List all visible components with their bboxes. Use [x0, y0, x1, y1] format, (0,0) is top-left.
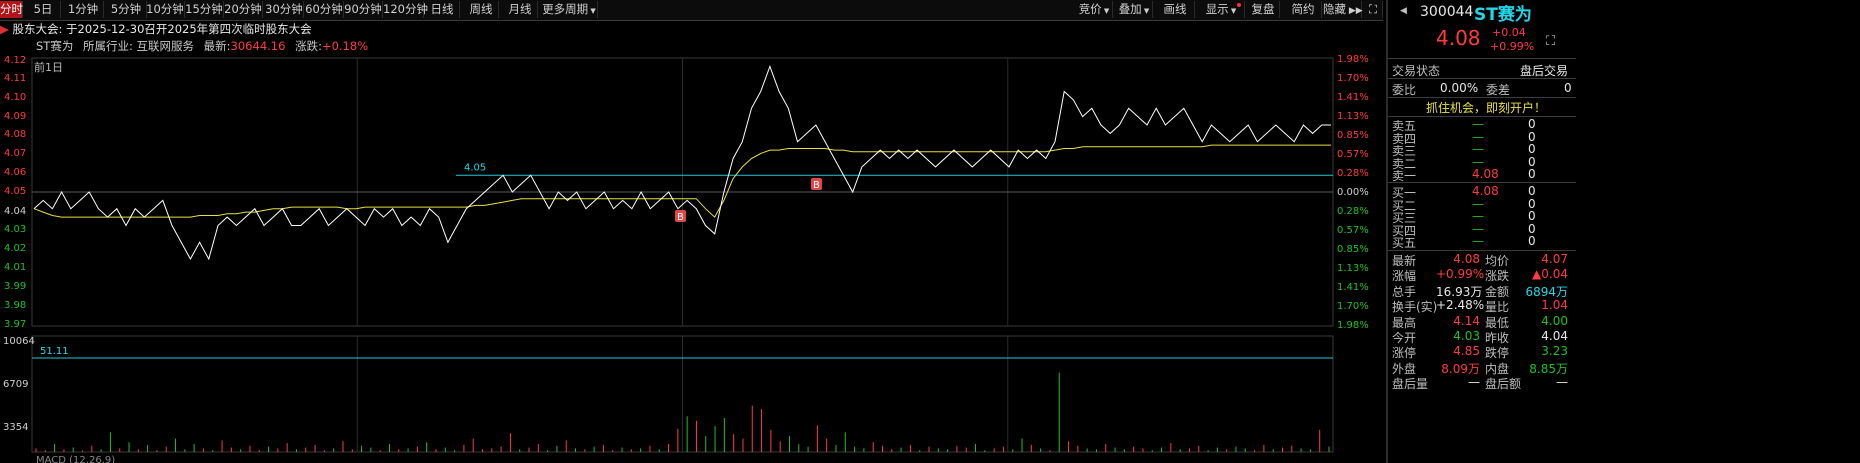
- stock-code: 300044: [1420, 4, 1474, 20]
- stat-value: ▲0.04: [1532, 267, 1568, 282]
- divider: [1388, 78, 1576, 79]
- prev-day-label: 前1日: [34, 60, 63, 74]
- pct-axis: 1.98% 1.70% 1.41% 1.13% 0.85% 0.57% 0.28% 0.00%…: [1337, 54, 1369, 331]
- status-label: 交易状态: [1392, 64, 1441, 78]
- price-tick-label: 4.10: [4, 92, 26, 103]
- pct-tick-label: 1.70%: [1337, 301, 1369, 312]
- divider: [1388, 58, 1576, 59]
- pct-tick-label: 1.70%: [1337, 73, 1369, 84]
- stat-value: —: [1556, 375, 1568, 390]
- expand-window-icon[interactable]: ⛶: [1546, 34, 1555, 49]
- price-tick-label: 4.04: [4, 206, 26, 217]
- pct-tick-label: 1.41%: [1337, 92, 1369, 103]
- stat-label: 盘后额: [1485, 377, 1522, 392]
- pct-tick-label: 0.28%: [1337, 206, 1369, 217]
- pct-tick-label: 1.41%: [1337, 282, 1369, 293]
- price-change-pct: +0.99%: [1490, 40, 1535, 53]
- pct-tick-label: 1.13%: [1337, 263, 1369, 274]
- pct-tick-label: 0.00%: [1337, 187, 1369, 198]
- ask-level-price: 4.08: [1472, 167, 1499, 181]
- price-axis: 4.12 4.11 4.10 4.09 4.08 4.07 4.06 4.05 4.04 4.03…: [4, 55, 26, 330]
- bid-level-price: —: [1472, 234, 1484, 248]
- pct-tick-label: 0.57%: [1337, 149, 1369, 160]
- price-tick-label: 4.06: [4, 167, 26, 178]
- pct-tick-label: 0.85%: [1337, 244, 1369, 255]
- stat-value: —: [1468, 375, 1480, 390]
- stock-name: ST赛为: [1474, 5, 1532, 25]
- quote-panel: ◀ 300044 ST赛为 4.08 +0.04 +0.99% ⛶ 交易状态 盘…: [1386, 0, 1860, 463]
- stat-value: 4.00: [1541, 313, 1568, 328]
- price-tick-label: 3.97: [4, 319, 26, 330]
- volume-axis: 10064 6709 3354: [3, 336, 35, 433]
- volume-tick-label: 10064: [3, 336, 35, 347]
- weicha-value: 0: [1564, 81, 1572, 95]
- price-tick-label: 4.07: [4, 148, 26, 159]
- stat-value: +2.48%: [1436, 298, 1485, 313]
- price-tick-label: 4.08: [4, 129, 26, 140]
- prev-stock-icon[interactable]: ◀: [1400, 6, 1407, 16]
- open-account-link[interactable]: 抓住机会，即刻开户！: [1426, 99, 1546, 116]
- status-value: 盘后交易: [1520, 64, 1569, 78]
- current-price: 4.08: [1436, 26, 1481, 50]
- price-tick-label: 4.09: [4, 111, 26, 122]
- stat-value: 4.85: [1453, 344, 1480, 359]
- price-change: +0.04: [1492, 26, 1526, 39]
- weicha-label: 委差: [1486, 83, 1511, 97]
- volume-tick-label: 6709: [3, 379, 28, 390]
- price-tick-label: 4.12: [4, 55, 26, 66]
- pct-tick-label: 0.28%: [1337, 168, 1369, 179]
- volume-tick-label: 3354: [3, 422, 28, 433]
- trade-markers: BB: [675, 178, 822, 223]
- volume-level-label: 51.11: [40, 346, 69, 357]
- price-level-label: 4.05: [464, 162, 486, 173]
- price-tick-label: 4.02: [4, 243, 26, 254]
- stat-value: 1.04: [1541, 298, 1568, 313]
- pct-tick-label: 1.98%: [1337, 54, 1369, 65]
- stat-value: +0.99%: [1436, 267, 1485, 282]
- stat-value: 4.14: [1453, 313, 1480, 328]
- stat-value: 3.23: [1541, 344, 1568, 359]
- buy-marker-label: B: [813, 180, 820, 191]
- pct-tick-label: 0.57%: [1337, 225, 1369, 236]
- buy-marker-label: B: [677, 212, 684, 223]
- intraday-chart[interactable]: 4.12 4.11 4.10 4.09 4.08 4.07 4.06 4.05 4.04 4.03…: [0, 0, 1384, 463]
- divider: [1388, 97, 1576, 98]
- price-tick-label: 4.11: [4, 73, 26, 84]
- stat-value: 4.07: [1541, 252, 1568, 266]
- stat-label: 盘后量: [1392, 377, 1429, 392]
- stat-value: 4.08: [1453, 252, 1480, 266]
- pct-tick-label: 1.98%: [1337, 320, 1369, 331]
- pct-tick-label: 0.85%: [1337, 130, 1369, 141]
- price-tick-label: 4.05: [4, 186, 26, 197]
- price-tick-label: 3.98: [4, 300, 26, 311]
- bid-level-volume: 0: [1528, 234, 1536, 248]
- ask-level-volume: 0: [1528, 167, 1536, 181]
- price-tick-label: 4.01: [4, 262, 26, 273]
- weibi-value: 0.00%: [1440, 81, 1479, 95]
- macd-label: MACD (12,26,9): [36, 455, 115, 463]
- stat-value: 4.03: [1453, 329, 1480, 343]
- stat-value: 4.04: [1541, 329, 1568, 343]
- pct-tick-label: 1.13%: [1337, 111, 1369, 122]
- weibi-label: 委比: [1392, 83, 1417, 97]
- price-tick-label: 4.03: [4, 224, 26, 235]
- bid-level-label: 买五: [1392, 236, 1417, 250]
- divider: [1388, 182, 1576, 183]
- divider: [1388, 250, 1576, 251]
- price-tick-label: 3.99: [4, 281, 26, 292]
